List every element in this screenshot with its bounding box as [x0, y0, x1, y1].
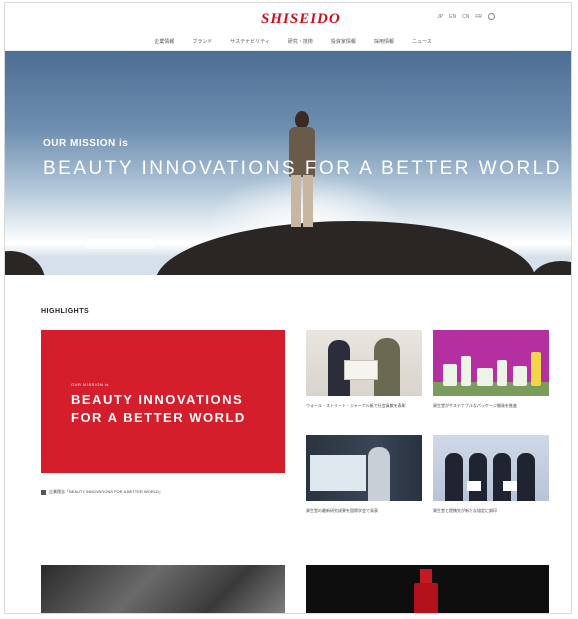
feature-caption-text: 企業理念「BEAUTY INNOVATIONS FOR A BETTER WOR… [49, 489, 163, 494]
site-header: SHISEIDO JP EN CN FR 企業情報 ブランド サステナビリティ … [5, 3, 571, 51]
nav-item[interactable]: 採用情報 [374, 38, 394, 45]
nav-item[interactable]: サステナビリティ [230, 38, 270, 45]
nav-item[interactable]: 研究・技術 [288, 38, 313, 45]
card-caption[interactable]: 資生堂と提携先が新たな協定に調印 [433, 508, 553, 514]
utility-link[interactable]: JP [437, 14, 443, 20]
hero-banner[interactable]: OUR MISSION is BEAUTY INNOVATIONS FOR A … [5, 51, 571, 275]
rock [531, 261, 571, 275]
card-caption[interactable]: ウォール・ストリート・ジャーナル紙で社会貢献を表彰 [306, 403, 426, 409]
card-caption[interactable]: 資生堂の最新研究成果を国際学会で発表 [306, 508, 426, 514]
highlight-card-presentation[interactable] [306, 435, 422, 501]
cloud [85, 239, 155, 249]
feature-caption[interactable]: 企業理念「BEAUTY INNOVATIONS FOR A BETTER WOR… [41, 489, 163, 495]
highlight-card-products[interactable] [433, 330, 549, 396]
nav-item[interactable]: ブランド [192, 38, 212, 45]
feature-eyebrow: OUR MISSION is [71, 382, 109, 387]
main-nav: 企業情報 ブランド サステナビリティ 研究・技術 投資家情報 採用情報 ニュース [5, 38, 571, 45]
browser-page: SHISEIDO JP EN CN FR 企業情報 ブランド サステナビリティ … [4, 2, 572, 614]
highlights-title: HIGHLIGHTS [41, 308, 90, 315]
rock [5, 251, 45, 275]
feature-line-2: FOR A BETTER WORLD [71, 410, 246, 425]
shiseido-logo[interactable]: SHISEIDO [261, 11, 341, 28]
feature-card[interactable]: OUR MISSION is BEAUTY INNOVATIONS FOR A … [41, 330, 285, 473]
bullet-icon [41, 489, 46, 495]
utility-links: JP EN CN FR [437, 13, 495, 20]
search-icon[interactable] [488, 13, 495, 20]
bottom-card-fragrance[interactable] [306, 565, 549, 613]
nav-item[interactable]: 投資家情報 [331, 38, 356, 45]
bottom-card-city[interactable] [41, 565, 285, 613]
nav-item[interactable]: ニュース [412, 38, 432, 45]
utility-link[interactable]: CN [462, 14, 469, 20]
feature-line-1: BEAUTY INNOVATIONS [71, 392, 244, 407]
nav-item[interactable]: 企業情報 [154, 38, 174, 45]
highlight-card-signing[interactable] [433, 435, 549, 501]
highlight-card-award[interactable] [306, 330, 422, 396]
hero-eyebrow: OUR MISSION is [43, 138, 129, 149]
utility-link[interactable]: FR [475, 14, 482, 20]
card-caption[interactable]: 資生堂がサステナブルなパッケージ開発を推進 [433, 403, 553, 409]
utility-link[interactable]: EN [449, 14, 456, 20]
hero-headline: BEAUTY INNOVATIONS FOR A BETTER WORLD [43, 158, 563, 179]
